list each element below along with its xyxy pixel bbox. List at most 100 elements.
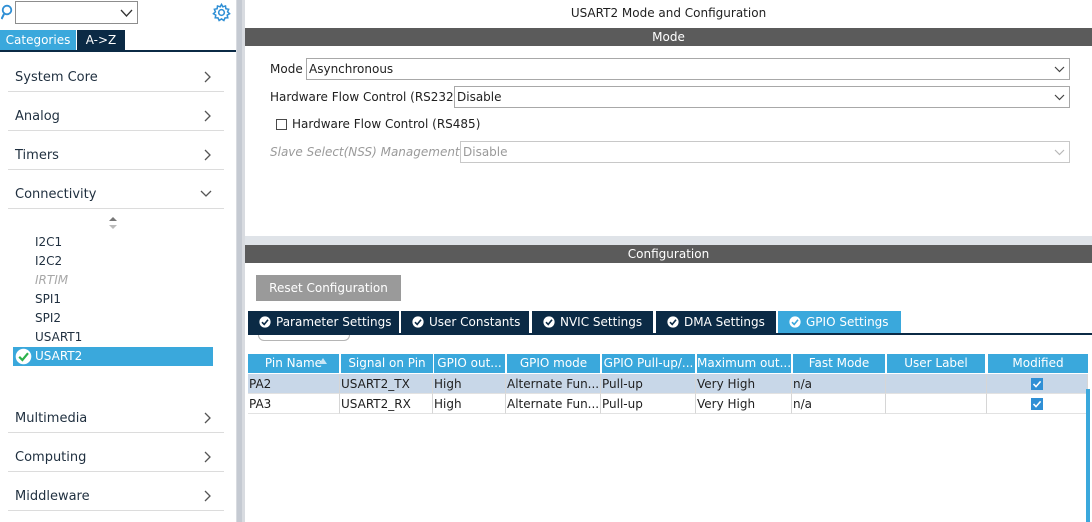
cell-pin-name: PA3	[248, 394, 340, 414]
category-label: Timers	[15, 148, 59, 163]
column-header-gpio-output[interactable]: GPIO out...	[434, 354, 505, 373]
mode-area: Mode Asynchronous Hardware Flow Control …	[245, 46, 1092, 236]
search-combobox[interactable]	[15, 1, 138, 24]
tab-nvic-settings[interactable]: NVIC Settings	[532, 311, 653, 333]
chevron-right-icon	[204, 110, 211, 122]
chevron-right-icon	[204, 412, 211, 424]
chevron-down-icon	[1054, 66, 1065, 73]
cell-fast-mode: n/a	[792, 374, 886, 394]
sort-arrow-icon[interactable]	[108, 217, 118, 229]
category-label: Multimedia	[15, 411, 88, 426]
peripheral-i2c2[interactable]: I2C2	[35, 252, 62, 270]
sort-arrow-icon	[319, 358, 327, 364]
hfc-rs232-label: Hardware Flow Control (RS232)	[270, 90, 459, 104]
column-header-user-label[interactable]: User Label	[887, 354, 985, 373]
category-label: System Core	[15, 70, 98, 85]
chevron-right-icon	[204, 490, 211, 502]
cell-gpio-output: High	[433, 374, 506, 394]
peripheral-label: USART2	[35, 349, 83, 363]
nss-management-select[interactable]: Disable	[460, 141, 1070, 163]
configuration-panel: USART2 Mode and Configuration Mode Mode …	[245, 0, 1092, 522]
check-circle-icon	[412, 316, 424, 328]
hfc-rs232-value: Disable	[457, 90, 502, 104]
checkbox-checked-icon[interactable]	[1031, 398, 1043, 410]
chevron-right-icon	[204, 451, 211, 463]
column-header-pull[interactable]: GPIO Pull-up/...	[602, 354, 695, 373]
category-label: Analog	[15, 109, 60, 124]
table-row[interactable]: PA2 USART2_TX High Alternate Fun... Pull…	[248, 374, 1088, 394]
search-signals-button[interactable]	[258, 335, 350, 341]
tab-a-to-z[interactable]: A->Z	[77, 30, 125, 50]
chevron-down-icon	[200, 190, 212, 197]
panel-title: USART2 Mode and Configuration	[570, 6, 767, 20]
cell-gpio-mode: Alternate Fun...	[506, 374, 601, 394]
table-scrollbar[interactable]	[1086, 389, 1090, 522]
configuration-section-header: Configuration	[245, 245, 1092, 263]
nss-management-value: Disable	[463, 145, 508, 159]
peripheral-usart1[interactable]: USART1	[35, 328, 82, 346]
tab-dma-settings[interactable]: DMA Settings	[656, 311, 776, 333]
categories-panel: Categories A->Z System Core Analog Timer…	[0, 0, 236, 522]
table-row[interactable]: PA3 USART2_RX High Alternate Fun... Pull…	[248, 394, 1088, 414]
category-connectivity[interactable]: Connectivity	[8, 179, 224, 209]
table-header: Pin Name Signal on Pin GPIO out... GPIO …	[248, 354, 1088, 373]
peripheral-i2c1[interactable]: I2C1	[35, 233, 62, 251]
column-header-gpio-mode[interactable]: GPIO mode	[507, 354, 600, 373]
cell-pin-name: PA2	[248, 374, 340, 394]
gear-icon[interactable]	[212, 3, 231, 22]
category-middleware[interactable]: Middleware	[8, 481, 224, 511]
check-circle-icon	[543, 316, 555, 328]
tab-gpio-settings[interactable]: GPIO Settings	[778, 311, 901, 333]
chevron-right-icon	[204, 149, 211, 161]
mode-value: Asynchronous	[309, 62, 394, 76]
mode-label: Mode	[270, 62, 303, 76]
peripheral-usart2[interactable]: USART2	[13, 347, 213, 366]
hfc-rs485-checkbox[interactable]	[276, 119, 287, 130]
category-timers[interactable]: Timers	[8, 140, 224, 170]
peripheral-spi2[interactable]: SPI2	[35, 309, 61, 327]
tab-label: DMA Settings	[684, 315, 765, 329]
category-multimedia[interactable]: Multimedia	[8, 403, 224, 433]
check-circle-icon	[789, 316, 801, 328]
search-icon[interactable]	[1, 4, 15, 20]
cell-signal: USART2_RX	[340, 394, 433, 414]
category-computing[interactable]: Computing	[8, 442, 224, 472]
category-label: Connectivity	[15, 187, 97, 202]
cell-signal: USART2_TX	[340, 374, 433, 394]
cell-max-output: Very High	[696, 394, 792, 414]
cell-pull: Pull-up	[601, 374, 696, 394]
tab-label: User Constants	[429, 315, 521, 329]
chevron-down-icon	[1054, 94, 1065, 101]
hfc-rs485-label: Hardware Flow Control (RS485)	[292, 117, 481, 131]
check-circle-icon	[667, 316, 679, 328]
category-label: Middleware	[15, 489, 90, 504]
chevron-down-icon	[120, 9, 133, 17]
tab-label: GPIO Settings	[806, 315, 889, 329]
cell-user-label[interactable]	[886, 374, 987, 394]
column-header-fast-mode[interactable]: Fast Mode	[793, 354, 885, 373]
cell-user-label[interactable]	[886, 394, 987, 414]
tab-user-constants[interactable]: User Constants	[401, 311, 529, 333]
cell-modified[interactable]	[987, 374, 1088, 394]
tabs-underline	[0, 50, 236, 52]
reset-configuration-button[interactable]: Reset Configuration	[256, 275, 401, 301]
chevron-down-icon	[1054, 149, 1065, 156]
tabs-underline	[248, 333, 1092, 335]
cell-fast-mode: n/a	[792, 394, 886, 414]
mode-select[interactable]: Asynchronous	[306, 58, 1070, 80]
column-header-modified[interactable]: Modified	[988, 354, 1088, 373]
tab-parameter-settings[interactable]: Parameter Settings	[248, 311, 399, 333]
column-header-pin-name[interactable]: Pin Name	[248, 354, 339, 373]
tab-categories[interactable]: Categories	[0, 30, 76, 50]
cell-modified[interactable]	[987, 394, 1088, 414]
peripheral-spi1[interactable]: SPI1	[35, 290, 61, 308]
category-system-core[interactable]: System Core	[8, 62, 224, 92]
section-splitter[interactable]	[245, 236, 1092, 245]
column-header-signal[interactable]: Signal on Pin	[341, 354, 433, 373]
hfc-rs232-select[interactable]: Disable	[454, 86, 1070, 108]
category-analog[interactable]: Analog	[8, 101, 224, 131]
pane-splitter[interactable]	[236, 0, 245, 522]
checkbox-checked-icon[interactable]	[1031, 378, 1043, 390]
peripheral-irtim[interactable]: IRTIM	[35, 271, 68, 289]
column-header-max-output[interactable]: Maximum out...	[697, 354, 791, 373]
